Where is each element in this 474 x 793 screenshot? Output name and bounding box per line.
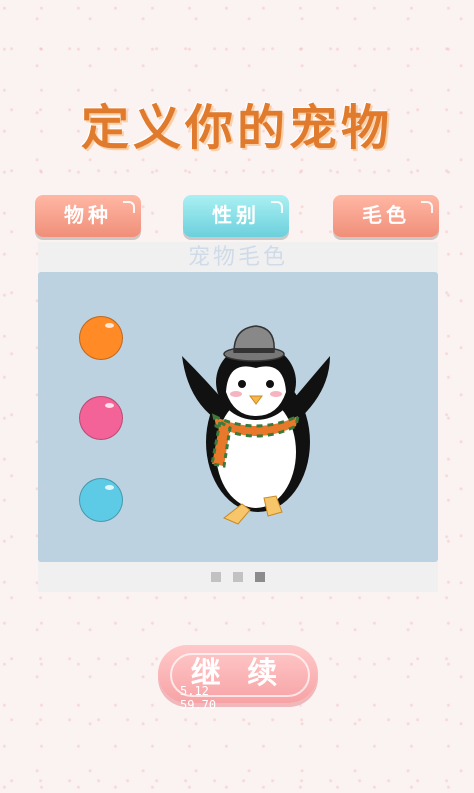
debug-line-2: 59.70 <box>180 698 217 712</box>
pet-preview-stage <box>38 272 438 562</box>
tab-fur-color-label: 毛色 <box>362 203 410 227</box>
tab-species[interactable]: 物种 <box>35 195 141 237</box>
page-dot-3-active[interactable] <box>255 572 265 582</box>
penguin-left-cheek <box>230 391 242 397</box>
penguin-right-cheek <box>270 391 282 397</box>
page-dot-2[interactable] <box>233 572 243 582</box>
tab-gender[interactable]: 性别 <box>183 195 289 237</box>
penguin-left-foot <box>223 503 251 525</box>
penguin-hat-band <box>234 348 274 353</box>
color-swatch-blue[interactable] <box>79 478 123 522</box>
penguin-pet <box>182 325 330 525</box>
color-swatch-orange[interactable] <box>79 316 123 360</box>
page-indicator <box>38 572 438 582</box>
tab-fur-color[interactable]: 毛色 <box>333 195 439 237</box>
penguin-right-eye <box>266 380 274 388</box>
customization-panel: 宠物毛色 <box>38 242 438 592</box>
panel-title: 宠物毛色 <box>187 245 288 270</box>
debug-line-1: 5.12 <box>180 684 209 698</box>
tab-species-label: 物种 <box>64 203 112 227</box>
page-title: 定义你的宠物 <box>80 100 393 156</box>
penguin-left-eye <box>238 380 246 388</box>
color-swatch-pink[interactable] <box>79 396 123 440</box>
debug-overlay: 5.12 59.70 <box>180 684 216 712</box>
page-dot-1[interactable] <box>211 572 221 582</box>
tab-gender-label: 性别 <box>212 203 260 227</box>
